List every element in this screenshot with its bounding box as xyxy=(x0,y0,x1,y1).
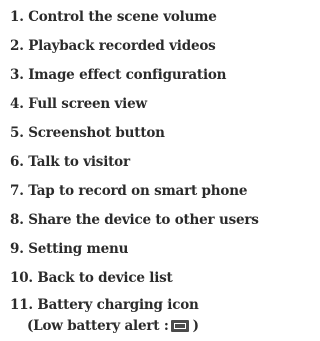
list-item: 6. Talk to visitor xyxy=(10,154,130,170)
low-battery-note-prefix: (Low battery alert : xyxy=(27,318,169,334)
list-item: 5. Screenshot button xyxy=(10,125,165,141)
list-item: 9. Setting menu xyxy=(10,241,129,257)
list-item: 3. Image effect configuration xyxy=(10,67,227,83)
list-item: 8. Share the device to other users xyxy=(10,212,259,228)
low-battery-note-suffix: ) xyxy=(192,318,199,334)
battery-low-icon xyxy=(170,320,189,332)
low-battery-note: (Low battery alert : ) xyxy=(27,318,199,334)
list-item: 1. Control the scene volume xyxy=(10,9,217,25)
list-item: 11. Battery charging icon xyxy=(10,297,199,313)
list-item: 10. Back to device list xyxy=(10,270,173,286)
list-item: 4. Full screen view xyxy=(10,96,147,112)
list-item: 7. Tap to record on smart phone xyxy=(10,183,248,199)
list-item: 2. Playback recorded videos xyxy=(10,38,216,54)
